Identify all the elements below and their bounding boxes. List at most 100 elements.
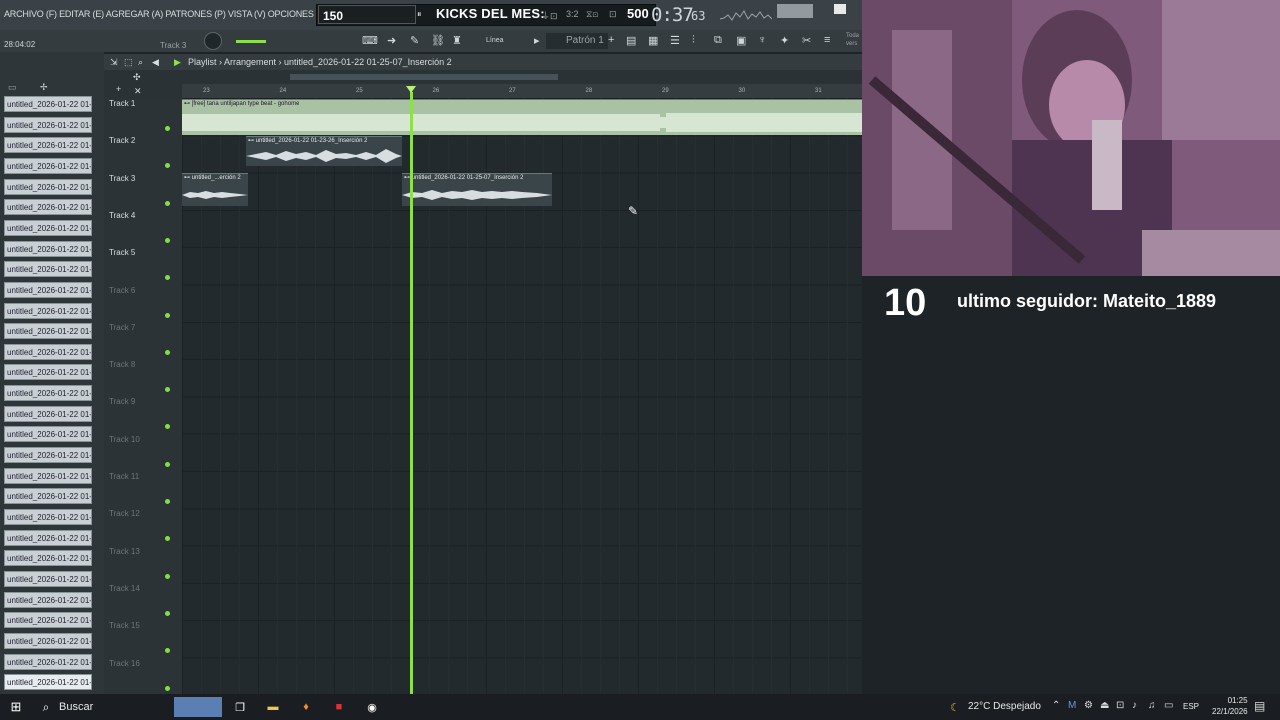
network-icon[interactable]: ⊡ — [1116, 700, 1124, 711]
track-name[interactable]: Track 10 — [109, 435, 140, 444]
taskbar-search[interactable]: Buscar — [59, 701, 93, 713]
tools-icon[interactable]: ✦ — [780, 34, 789, 47]
channel-item[interactable]: untitled_2026-01-22 01-... — [4, 653, 92, 670]
track-name[interactable]: Track 6 — [109, 286, 135, 295]
mic-tray-icon[interactable]: ♪ — [1132, 700, 1137, 711]
tray-app-icon[interactable]: M — [1068, 700, 1076, 711]
playlist-icon[interactable]: ▤ — [626, 34, 636, 47]
channel-item[interactable]: untitled_2026-01-22 01-... — [4, 509, 92, 525]
track-mute-led[interactable] — [165, 312, 170, 318]
channel-item[interactable]: untitled_2026-01-22 01-... — [4, 426, 92, 443]
add-pattern-icon[interactable]: + — [608, 34, 614, 46]
audio-clip[interactable]: ⊷ untitled_2026-01-22 01-25-07_Inserción… — [402, 173, 552, 206]
channel-item[interactable]: untitled_2026-01-22 01-... — [4, 137, 92, 154]
link-icon[interactable]: ⛓ — [431, 34, 445, 47]
snap-icon[interactable]: ⏚⊡ — [541, 9, 558, 22]
task-view-icon[interactable]: ❐ — [230, 694, 250, 720]
plugin-icon[interactable]: ▣ — [736, 34, 746, 47]
channel-item[interactable]: untitled_2026-01-22 01-... — [4, 178, 92, 195]
channel-item[interactable]: untitled_2026-01-22 01-... — [4, 632, 92, 649]
mixer-icon[interactable]: ⫶ — [692, 34, 695, 47]
channel-rack-icon[interactable]: ☰ — [670, 34, 680, 47]
fl-studio-icon[interactable]: ♦ — [296, 694, 316, 720]
step-icon[interactable]: 3:2 — [566, 9, 579, 19]
metronome-icon[interactable]: ⧖⊡ — [586, 9, 598, 20]
tempo-display[interactable]: 150 — [318, 5, 416, 24]
browser-icon[interactable]: ⧉ — [714, 34, 722, 47]
playhead-marker[interactable] — [406, 86, 416, 93]
play-icon[interactable]: ▸ — [534, 34, 540, 47]
track-name[interactable]: Track 16 — [109, 659, 140, 668]
usb-icon[interactable]: ⏏ — [1100, 700, 1109, 711]
track-mute-led[interactable] — [165, 126, 170, 131]
playback-tool-icon[interactable]: ◀ — [152, 57, 159, 68]
channel-item[interactable]: untitled_2026-01-22 01-... — [4, 447, 92, 464]
channel-item[interactable]: untitled_2026-01-22 01-... — [4, 570, 92, 587]
steam-icon[interactable]: ⚙ — [1084, 700, 1093, 711]
add-track-icon[interactable]: + — [116, 84, 121, 94]
slice-tool-icon[interactable]: ⇲ — [110, 57, 118, 68]
snap-mode[interactable]: Línea — [486, 37, 504, 44]
magnet-icon[interactable]: ✂ — [802, 34, 811, 47]
track-mute-led[interactable] — [165, 610, 170, 616]
system-clock[interactable]: 01:25 22/1/2026 — [1212, 695, 1248, 717]
battery-icon[interactable]: ▭ — [1164, 700, 1173, 711]
playhead[interactable] — [410, 92, 413, 694]
countdown-icon[interactable]: ⊡ — [609, 9, 617, 20]
channel-item[interactable]: untitled_2026-01-22 01-... — [4, 281, 92, 298]
volume-icon[interactable]: ♫ — [1148, 700, 1156, 711]
track-name[interactable]: Track 14 — [109, 584, 140, 593]
track-mute-led[interactable] — [165, 499, 170, 504]
file-explorer-icon[interactable]: ▬ — [263, 694, 283, 720]
select-tool-icon[interactable]: ⬚ — [124, 57, 133, 68]
channel-item[interactable]: untitled_2026-01-22 01-... — [4, 467, 92, 484]
track-name[interactable]: Track 3 — [109, 174, 135, 183]
track-name[interactable]: Track 13 — [109, 547, 140, 556]
master-pitch-slider[interactable] — [236, 40, 266, 43]
notification-icon[interactable]: ▤ — [1254, 699, 1265, 713]
track-name[interactable]: Track 2 — [109, 136, 135, 145]
channel-item[interactable]: untitled_2026-01-22 01-... — [4, 364, 92, 381]
channel-item[interactable]: untitled_2026-01-22 01-... — [4, 157, 92, 174]
master-volume-knob[interactable] — [204, 32, 222, 50]
track-mute-led[interactable] — [165, 349, 170, 355]
piano-roll-icon[interactable]: ▦ — [648, 34, 658, 47]
channel-item[interactable]: untitled_2026-01-22 01-... — [4, 405, 92, 422]
audio-clip[interactable]: ⊷ untitled_2026-01-22 01-23-26_Inserción… — [246, 136, 402, 166]
audio-clip[interactable]: ⊷ [free] tana untiljapan type beat - goh… — [182, 99, 862, 135]
weather-icon[interactable]: ☾ — [945, 694, 965, 720]
channel-item[interactable]: untitled_2026-01-22 01-... — [4, 116, 92, 133]
track-name[interactable]: Track 9 — [109, 397, 135, 406]
keyboard-icon[interactable]: ⌨ — [362, 34, 378, 47]
menu-icon[interactable]: ≡ — [824, 34, 830, 46]
stamp-icon[interactable]: ♜ — [452, 34, 462, 47]
channel-item[interactable]: untitled_2026-01-22 01-... — [4, 674, 92, 691]
audio-clip[interactable]: ⊷ untitled_...erción 2 — [182, 173, 248, 206]
pause-icon[interactable]: ⏸ — [417, 9, 422, 20]
channel-item[interactable]: untitled_2026-01-22 01-... — [4, 612, 92, 629]
resize-icon[interactable]: ✣ — [133, 72, 141, 83]
track-name[interactable]: Track 11 — [109, 472, 139, 481]
track-name[interactable]: Track 5 — [109, 248, 135, 257]
channel-item[interactable]: untitled_2026-01-22 01-... — [4, 385, 92, 402]
playlist-play-icon[interactable]: ▶ — [174, 57, 181, 68]
app-icon[interactable]: ■ — [329, 694, 349, 720]
channel-item[interactable]: untitled_2026-01-22 01-... — [4, 199, 92, 216]
channel-item[interactable]: untitled_2026-01-22 01-... — [4, 529, 92, 546]
channel-item[interactable]: untitled_2026-01-22 01-... — [4, 261, 92, 278]
track-name[interactable]: Track 15 — [109, 621, 140, 630]
language-indicator[interactable]: ESP — [1183, 702, 1199, 711]
channel-item[interactable]: untitled_2026-01-22 01-... — [4, 488, 92, 505]
track-name[interactable]: Track 12 — [109, 509, 140, 518]
window-icon[interactable] — [834, 4, 846, 14]
channel-item[interactable]: untitled_2026-01-22 01-... — [4, 240, 92, 257]
obs-icon[interactable]: ◉ — [362, 694, 382, 720]
channel-item[interactable]: untitled_2026-01-22 01-... — [4, 219, 92, 236]
mic-icon[interactable]: ♆ — [758, 34, 766, 46]
channel-item[interactable]: untitled_2026-01-22 01-... — [4, 343, 92, 360]
search-icon[interactable]: ⌕ — [36, 694, 56, 720]
weather-text[interactable]: 22°C Despejado — [968, 701, 1041, 712]
horizontal-scrollbar[interactable] — [290, 74, 558, 80]
chevron-up-icon[interactable]: ⌃ — [1052, 700, 1060, 711]
channel-item[interactable]: untitled_2026-01-22 01-... — [4, 96, 92, 112]
